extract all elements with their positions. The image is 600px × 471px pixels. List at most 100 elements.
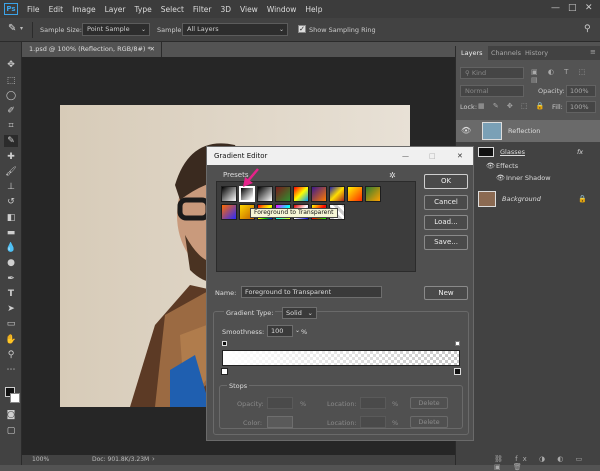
- fx-badge[interactable]: fx: [577, 144, 583, 160]
- new-button[interactable]: New: [424, 286, 468, 300]
- close-icon[interactable]: ✕: [150, 42, 155, 57]
- menu-type[interactable]: Type: [135, 5, 152, 14]
- more-tools-icon[interactable]: ⋯: [4, 364, 18, 376]
- healing-brush-tool-icon[interactable]: ✚: [4, 151, 18, 163]
- path-select-tool-icon[interactable]: ➤: [4, 303, 18, 315]
- marquee-tool-icon[interactable]: ⬚: [4, 75, 18, 87]
- crop-tool-icon[interactable]: ⌗: [4, 120, 18, 132]
- history-brush-tool-icon[interactable]: ↺: [4, 196, 18, 208]
- chevron-down-icon[interactable]: ▾: [20, 25, 23, 32]
- lock-icons[interactable]: ▦ ✎ ✥ ⬚ 🔒: [478, 102, 548, 110]
- chevron-right-icon[interactable]: ›: [152, 455, 155, 463]
- menu-select[interactable]: Select: [161, 5, 184, 14]
- search-icon[interactable]: ⚲: [584, 24, 591, 34]
- menu-edit[interactable]: Edit: [49, 5, 64, 14]
- save-button[interactable]: Save...: [424, 235, 468, 250]
- menu-help[interactable]: Help: [305, 5, 322, 14]
- stop-color-swatch[interactable]: [267, 416, 293, 428]
- color-stop-right[interactable]: [454, 368, 461, 375]
- menu-image[interactable]: Image: [72, 5, 96, 14]
- menu-filter[interactable]: Filter: [193, 5, 212, 14]
- panel-menu-icon[interactable]: ≡: [590, 48, 596, 56]
- tab-layers[interactable]: Layers: [456, 46, 488, 60]
- dodge-tool-icon[interactable]: ●: [4, 257, 18, 269]
- stop-opacity-input[interactable]: [267, 397, 293, 409]
- menu-layer[interactable]: Layer: [105, 5, 126, 14]
- menu-file[interactable]: File: [27, 5, 40, 14]
- preset-swatch[interactable]: [347, 186, 363, 202]
- load-button[interactable]: Load...: [424, 215, 468, 230]
- delete-color-stop-button[interactable]: Delete: [410, 416, 448, 428]
- gear-icon[interactable]: ✲: [389, 171, 396, 180]
- dialog-titlebar[interactable]: Gradient Editor — □ ✕: [207, 147, 473, 165]
- delete-opacity-stop-button[interactable]: Delete: [410, 397, 448, 409]
- eye-icon[interactable]: 👁: [486, 160, 495, 172]
- fill-field[interactable]: 100%: [566, 101, 596, 113]
- show-ring-checkbox[interactable]: ✓: [298, 25, 306, 33]
- brush-tool-icon[interactable]: 🖌: [4, 166, 18, 178]
- menu-view[interactable]: View: [240, 5, 258, 14]
- eye-icon[interactable]: 👁: [461, 123, 471, 139]
- lasso-tool-icon[interactable]: ◯: [4, 90, 18, 102]
- close-icon[interactable]: ✕: [457, 147, 463, 165]
- preset-swatch[interactable]: [329, 186, 345, 202]
- sample-select[interactable]: All Layers ⌄: [182, 23, 288, 36]
- hand-tool-icon[interactable]: ✋: [4, 334, 18, 346]
- sample-size-select[interactable]: Point Sample ⌄: [82, 23, 150, 36]
- menu-window[interactable]: Window: [267, 5, 297, 14]
- stamp-tool-icon[interactable]: ⊥: [4, 181, 18, 193]
- cancel-button[interactable]: Cancel: [424, 195, 468, 210]
- opacity-stop-left[interactable]: [222, 341, 227, 346]
- blend-mode-select[interactable]: Normal: [460, 85, 524, 97]
- close-icon[interactable]: ✕: [585, 3, 593, 13]
- zoom-level[interactable]: 100%: [32, 456, 49, 463]
- eyedropper-tool-icon[interactable]: ✎: [4, 135, 18, 147]
- preset-swatch[interactable]: [221, 186, 237, 202]
- gradient-name-input[interactable]: Foreground to Transparent: [241, 286, 382, 298]
- layer-effects-row[interactable]: 👁 Effects: [456, 160, 600, 172]
- background-color-swatch[interactable]: [10, 393, 20, 403]
- stop-location-input[interactable]: [360, 397, 386, 409]
- quick-mask-icon[interactable]: ◙: [4, 409, 18, 421]
- maximize-icon[interactable]: □: [568, 3, 577, 13]
- quick-select-tool-icon[interactable]: ✐: [4, 105, 18, 117]
- shape-tool-icon[interactable]: ▭: [4, 318, 18, 330]
- layer-filter-kind[interactable]: ⚲ Kind: [460, 67, 524, 79]
- gradient-type-select[interactable]: Solid ⌄: [282, 307, 317, 319]
- tab-history[interactable]: History: [520, 46, 553, 60]
- filter-icons[interactable]: ▣ ◐ T ⬚ ▤: [531, 68, 600, 84]
- smoothness-input[interactable]: 100: [267, 325, 293, 337]
- maximize-icon[interactable]: □: [429, 147, 436, 165]
- preset-swatch[interactable]: [293, 186, 309, 202]
- preset-swatch[interactable]: [275, 186, 291, 202]
- chevron-down-icon[interactable]: ⌄: [295, 327, 300, 334]
- minimize-icon[interactable]: —: [402, 147, 409, 165]
- screen-mode-icon[interactable]: ▢: [4, 425, 18, 437]
- color-stop-left[interactable]: [221, 368, 228, 375]
- preset-swatch[interactable]: [365, 186, 381, 202]
- preset-swatch[interactable]: [311, 186, 327, 202]
- document-tab[interactable]: 1.psd @ 100% (Reflection, RGB/8#) * ✕: [22, 42, 162, 57]
- pen-tool-icon[interactable]: ✒: [4, 273, 18, 285]
- opacity-stop-right[interactable]: [455, 341, 460, 346]
- move-tool-icon[interactable]: ✥: [4, 59, 18, 71]
- minimize-icon[interactable]: —: [551, 3, 560, 13]
- eraser-tool-icon[interactable]: ◧: [4, 212, 18, 224]
- layer-row-background[interactable]: 👁 Background 🔒: [456, 188, 600, 210]
- eyedropper-tool-icon[interactable]: ✎: [8, 23, 16, 34]
- layer-effect-inner-shadow[interactable]: 👁 Inner Shadow: [456, 172, 600, 184]
- layer-footer-icons[interactable]: ⛓ fx ◑ ◐ ▭ ▣ 🗑: [494, 455, 600, 471]
- eye-icon[interactable]: 👁: [496, 172, 505, 184]
- blur-tool-icon[interactable]: 💧: [4, 242, 18, 254]
- layer-row-reflection[interactable]: 👁 Reflection: [456, 120, 600, 142]
- stop-color-location-input[interactable]: [360, 416, 386, 428]
- menu-3d[interactable]: 3D: [220, 5, 231, 14]
- preset-swatch[interactable]: [221, 204, 237, 220]
- type-tool-icon[interactable]: T: [4, 288, 18, 300]
- zoom-tool-icon[interactable]: ⚲: [4, 349, 18, 361]
- layer-row-glasses[interactable]: 👁 Glasses fx: [456, 144, 600, 160]
- gradient-tool-icon[interactable]: ▬: [4, 227, 18, 239]
- ok-button[interactable]: OK: [424, 174, 468, 189]
- gradient-preview-bar[interactable]: [222, 350, 460, 366]
- opacity-field[interactable]: 100%: [566, 85, 596, 97]
